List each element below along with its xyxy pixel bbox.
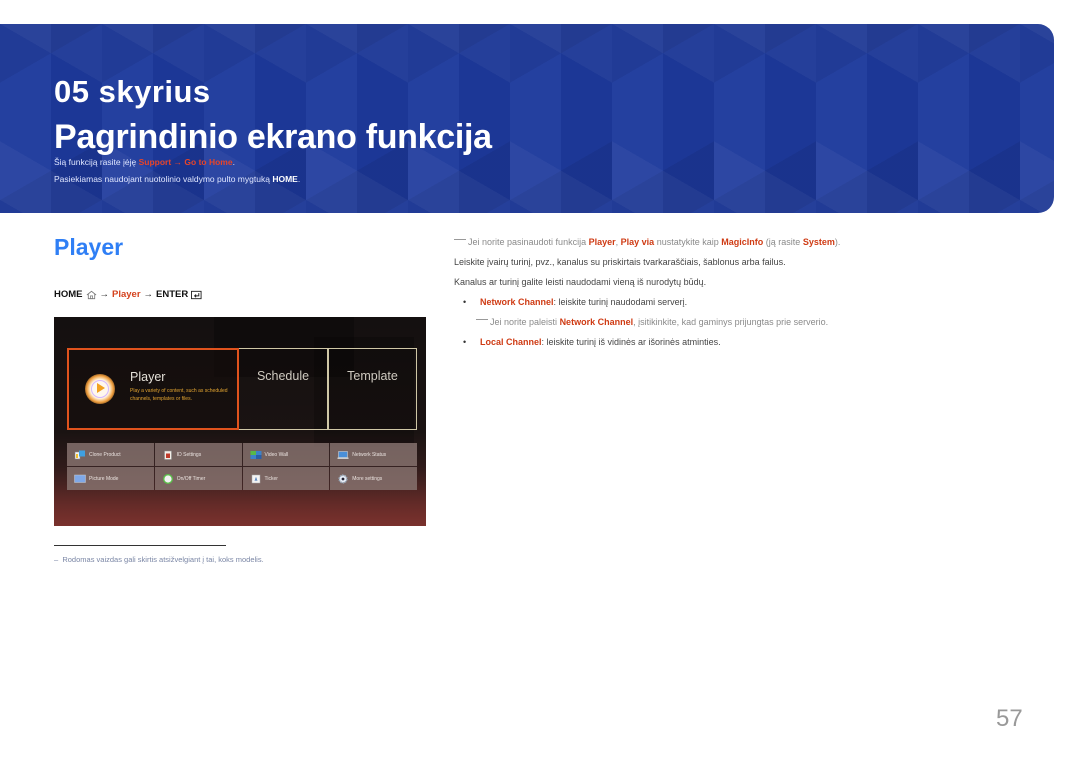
enter-icon	[191, 290, 202, 299]
location-prefix: Šią funkciją rasite įėję	[54, 157, 137, 167]
grid-item-label: Network Status	[352, 451, 387, 458]
tile-player[interactable]: Player Play a variety of content, such a…	[67, 348, 239, 430]
grid-item-label: Video Wall	[264, 451, 289, 458]
network-status-icon	[337, 450, 349, 459]
keyword-magicinfo: MagicInfo	[721, 237, 764, 247]
comma: ,	[615, 237, 619, 247]
keyword-player: Player	[588, 237, 616, 247]
page-title: Pagrindinio ekrano funkcija	[54, 118, 492, 156]
chapter-header: 05 skyrius Pagrindinio ekrano funkcija Š…	[0, 24, 1054, 213]
definition: : leiskite turinį naudodami serverį.	[553, 297, 688, 307]
note-text: ).	[834, 237, 841, 247]
grid-item-ticker[interactable]: Ticker	[242, 467, 330, 490]
note-text: nustatykite kaip	[656, 237, 719, 247]
keyword-system: System	[802, 237, 835, 247]
note-player-requirement: Jei norite pasinaudoti funkcija Player, …	[454, 237, 840, 247]
path-player: Player	[112, 289, 141, 300]
tile-label: Player	[130, 370, 166, 384]
menu-support: Support	[138, 157, 172, 167]
bullet: •	[463, 297, 467, 307]
home-button-label: HOME	[272, 174, 298, 184]
note-network-channel: Jei norite paleisti Network Channel, įsi…	[476, 317, 828, 327]
bullet: •	[463, 337, 467, 347]
period: .	[232, 157, 235, 167]
list-item-local-channel: Local Channel: leiskite turinį iš vidinė…	[480, 337, 721, 347]
page-number: 57	[996, 705, 1023, 732]
home-icon	[86, 290, 96, 299]
tile-schedule[interactable]: Schedule	[239, 348, 328, 430]
note-text: Jei norite pasinaudoti funkcija	[468, 237, 587, 247]
gear-icon	[338, 473, 348, 484]
keyword-play-via: Play via	[620, 237, 655, 247]
paragraph: Kanalus ar turinį galite leisti naudodam…	[454, 277, 707, 287]
path-arrow: →	[143, 289, 154, 300]
path-arrow: →	[99, 289, 110, 300]
path-enter: ENTER	[156, 289, 189, 300]
tile-template[interactable]: Template	[328, 348, 417, 430]
id-settings-icon	[164, 450, 172, 460]
footnote: – Rodomas vaizdas gali skirtis atsižvelg…	[54, 555, 264, 564]
picture-mode-icon	[74, 474, 86, 483]
remote-prefix: Pasiekiamas naudojant nuotolinio valdymo…	[54, 174, 270, 184]
ticker-icon	[251, 474, 260, 483]
note-dash	[476, 319, 488, 321]
list-item-network-channel: Network Channel: leiskite turinį naudoda…	[480, 297, 687, 307]
video-wall-icon	[250, 450, 261, 459]
grid-item-clone-product[interactable]: Clone Product	[67, 443, 154, 466]
play-icon	[85, 374, 115, 404]
grid-item-label: On/Off Timer	[176, 475, 206, 482]
term: Network Channel	[480, 297, 554, 307]
grid-item-label: Clone Product	[89, 451, 121, 458]
tile-label: Schedule	[256, 369, 310, 383]
grid-item-label: ID Settings	[176, 451, 202, 458]
keyword-network-channel: Network Channel	[559, 317, 634, 327]
period: .	[297, 174, 301, 184]
location-line: Šią funkciją rasite įėję Support → Go to…	[54, 157, 235, 167]
grid-item-picture-mode[interactable]: Picture Mode	[67, 467, 154, 490]
grid-item-network-status[interactable]: Network Status	[330, 443, 417, 466]
grid-item-label: More settings	[352, 475, 383, 482]
note-text: Jei norite paleisti	[490, 317, 558, 327]
term: Local Channel	[480, 337, 542, 347]
note-text: , įsitikinkite, kad gaminys prijungtas p…	[633, 317, 829, 327]
grid-item-video-wall[interactable]: Video Wall	[242, 443, 330, 466]
clone-product-icon	[74, 450, 85, 459]
grid-item-id-settings[interactable]: ID Settings	[154, 443, 242, 466]
note-text: (ją rasite	[765, 237, 801, 247]
definition: : leiskite turinį iš vidinės ar išorinės…	[541, 337, 721, 347]
footnote-text: Rodomas vaizdas gali skirtis atsižvelgia…	[62, 555, 264, 564]
grid-item-label: Picture Mode	[89, 475, 119, 482]
menu-path: HOME → Player → ENTER	[54, 289, 202, 300]
note-dash	[454, 239, 466, 241]
settings-grid: Clone Product ID Settings Video Wall Net…	[67, 443, 417, 490]
remote-line: Pasiekiamas naudojant nuotolinio valdymo…	[54, 174, 300, 184]
section-title: Player	[54, 234, 124, 260]
arrow: →	[173, 157, 183, 167]
paragraph: Leiskite įvairų turinį, pvz., kanalus su…	[454, 257, 786, 267]
tile-label: Template	[347, 369, 398, 383]
chapter-number: 05 skyrius	[54, 74, 211, 109]
grid-item-more-settings[interactable]: More settings	[330, 467, 417, 490]
grid-item-label: Ticker	[264, 475, 278, 482]
timer-icon	[162, 473, 173, 484]
home-screen-image: Player Play a variety of content, such a…	[54, 317, 426, 526]
grid-item-on-off-timer[interactable]: On/Off Timer	[154, 467, 242, 490]
footnote-divider	[54, 545, 226, 546]
menu-go-to-home: Go to Home	[184, 157, 233, 167]
path-home: HOME	[54, 289, 83, 300]
tile-description: Play a variety of content, such as sched…	[130, 388, 228, 402]
